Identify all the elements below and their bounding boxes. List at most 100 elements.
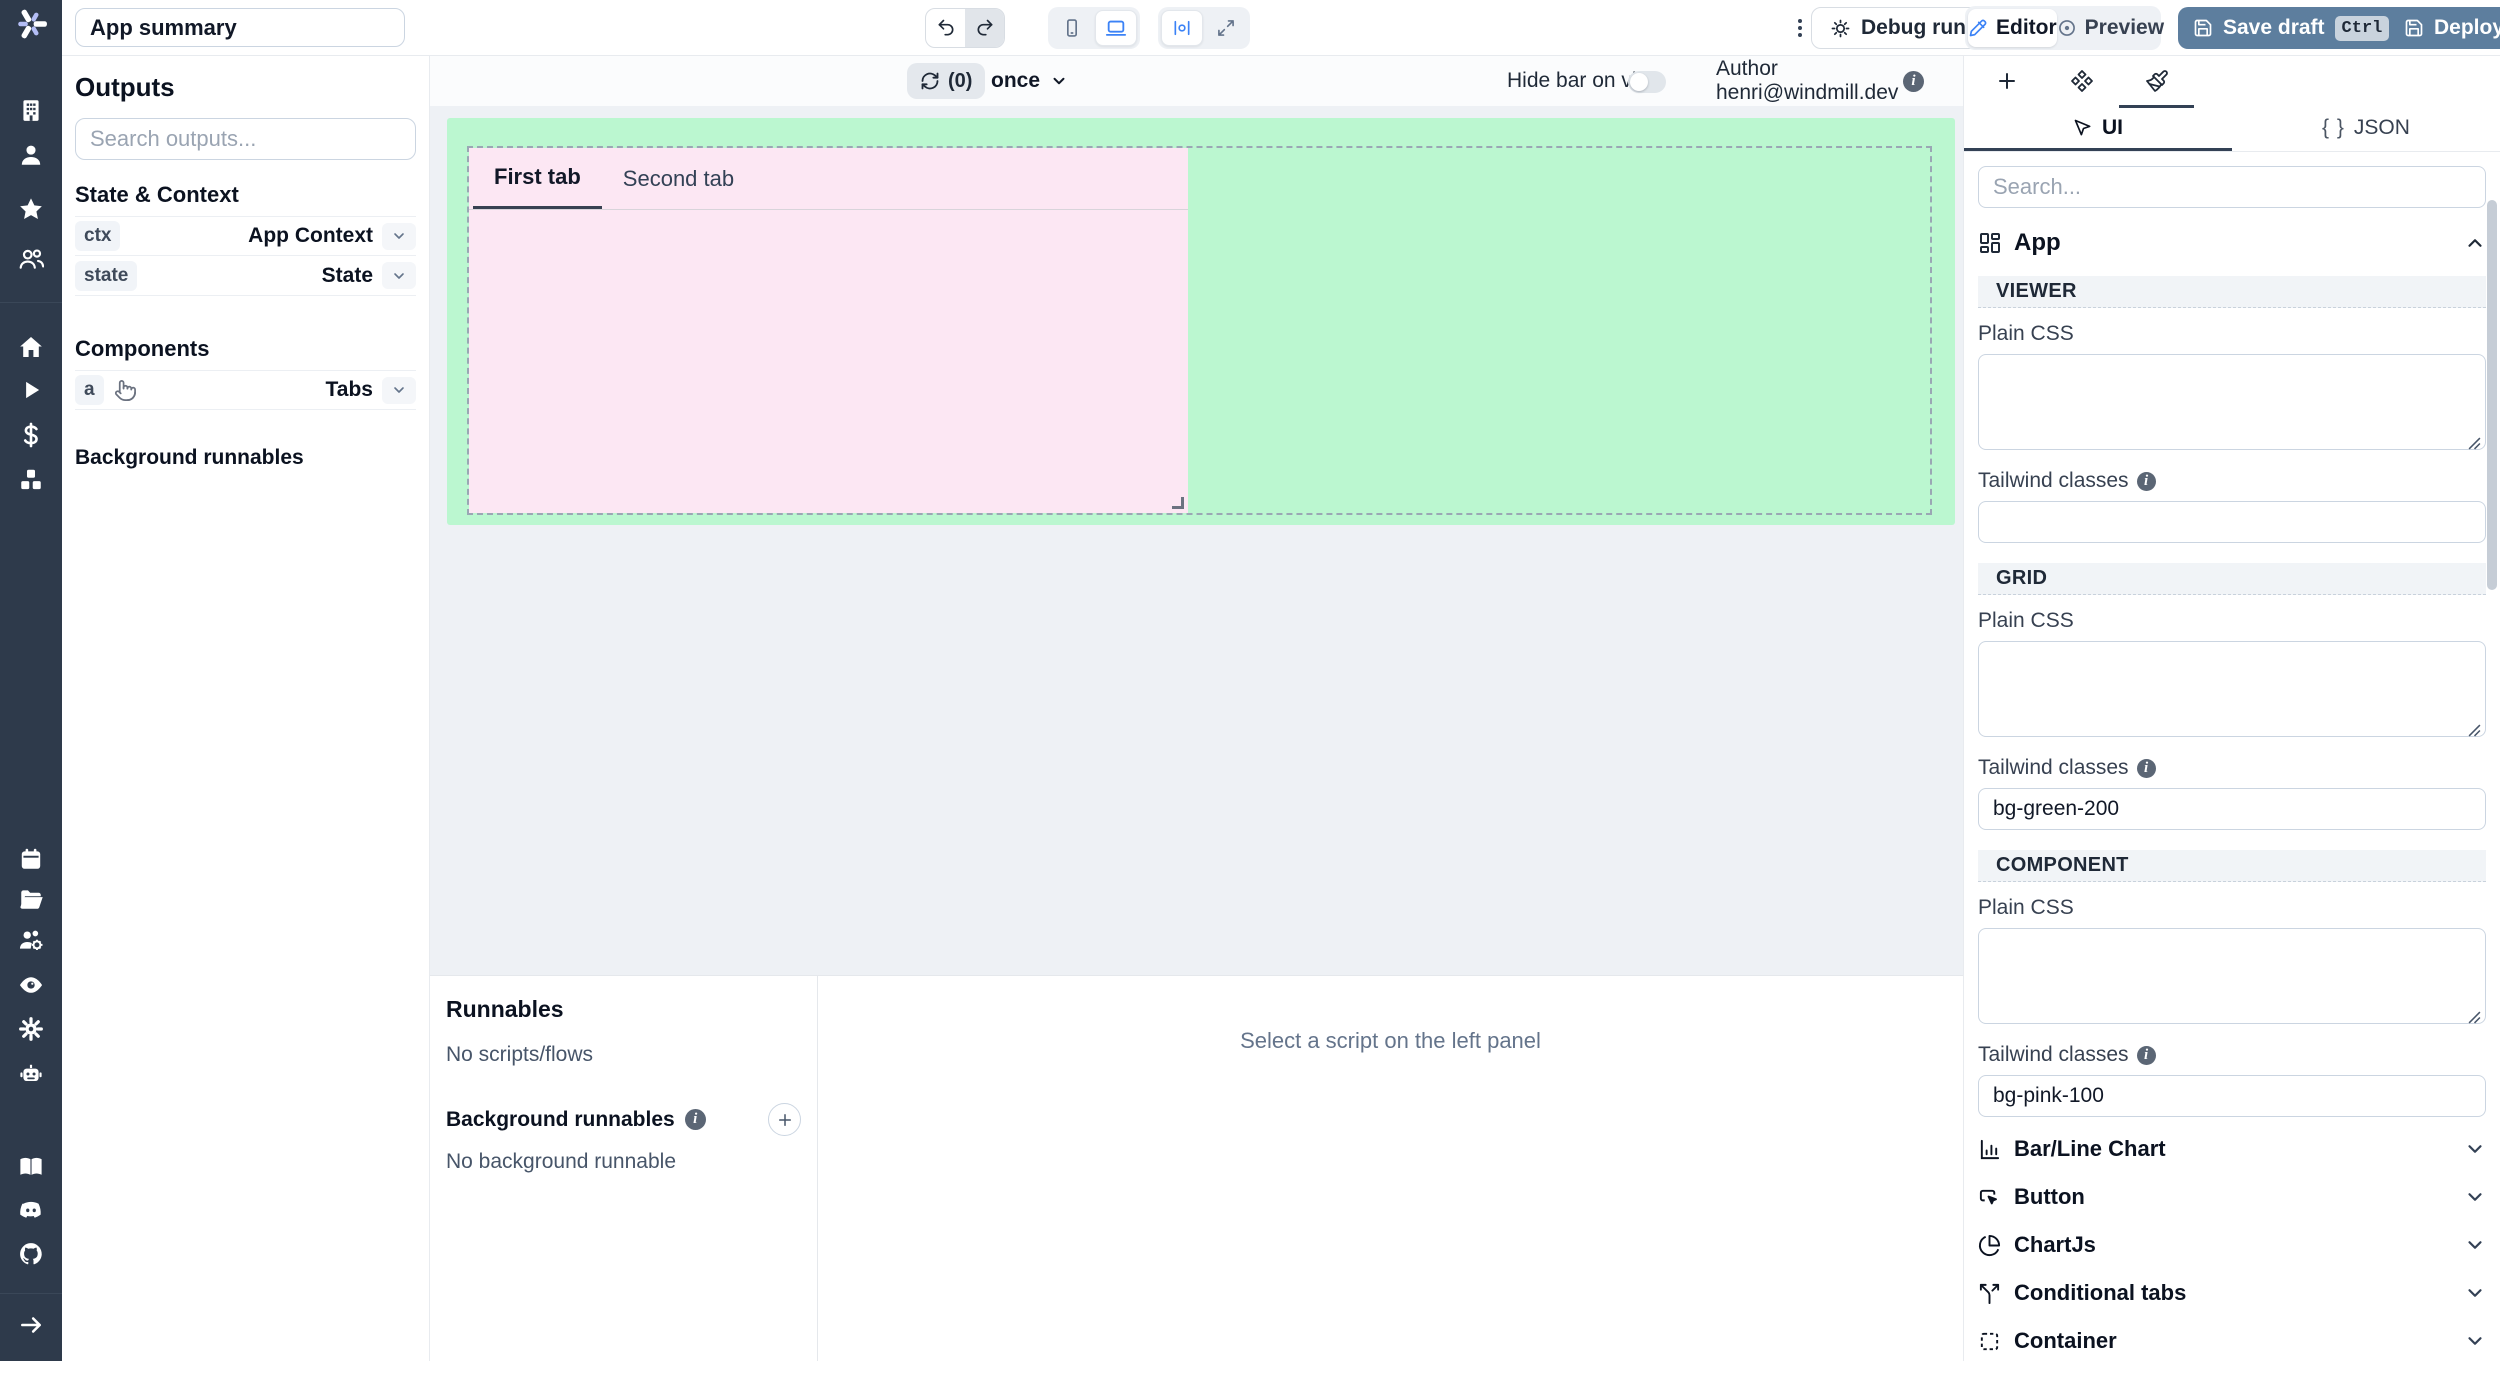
output-row-state[interactable]: state State <box>75 256 416 296</box>
bar-chart-icon <box>1978 1138 2001 1161</box>
chevron-down-icon <box>2464 1138 2486 1160</box>
output-key-badge: ctx <box>75 221 120 251</box>
app-accordion-header[interactable]: App <box>1978 228 2486 258</box>
grid-tailwind-input[interactable] <box>1978 788 2486 830</box>
tab-second[interactable]: Second tab <box>602 148 755 209</box>
audit-eye-icon[interactable] <box>16 970 46 1000</box>
json-tab[interactable]: { } JSON <box>2232 108 2500 151</box>
resize-corner-icon <box>2468 724 2481 737</box>
undo-redo-group <box>925 8 1005 48</box>
expand-icon <box>1216 18 1236 38</box>
refresh-mode-dropdown[interactable]: once <box>991 56 1068 106</box>
ui-tab[interactable]: UI <box>1964 108 2232 151</box>
home-icon[interactable] <box>16 332 46 362</box>
component-library-tab[interactable] <box>2044 56 2119 108</box>
output-key-badge: state <box>75 261 137 291</box>
desktop-view-button[interactable] <box>1095 10 1137 46</box>
save-icon <box>2193 18 2213 38</box>
fullscreen-button[interactable] <box>1205 10 1247 46</box>
collapse-arrow-right-icon[interactable] <box>16 1310 46 1340</box>
chevron-down-icon <box>391 268 407 284</box>
background-runnables-label: Background runnables <box>446 1108 675 1132</box>
undo-button[interactable] <box>926 9 965 47</box>
style-search-input[interactable] <box>1978 166 2486 208</box>
author-label: Author henri@windmill.dev <box>1716 56 1963 106</box>
star-icon[interactable] <box>16 194 46 224</box>
component-section-header: COMPONENT <box>1978 850 2486 882</box>
settings-gear-icon[interactable] <box>16 1014 46 1044</box>
workers-users-gear-icon[interactable] <box>16 925 46 955</box>
refresh-count: (0) <box>948 70 972 93</box>
viewer-plain-css-textarea[interactable] <box>1978 354 2486 450</box>
docs-book-icon[interactable] <box>16 1152 46 1182</box>
info-icon[interactable]: i <box>2137 1046 2156 1065</box>
mobile-view-button[interactable] <box>1051 10 1093 46</box>
style-row-conditional-tabs[interactable]: Conditional tabs <box>1978 1269 2486 1317</box>
component-row-a[interactable]: a Tabs <box>75 370 416 410</box>
expand-state-button[interactable] <box>382 262 416 289</box>
expand-component-a-button[interactable] <box>382 377 416 404</box>
style-row-barline-chart[interactable]: Bar/Line Chart <box>1978 1125 2486 1173</box>
tab-first[interactable]: First tab <box>473 148 602 209</box>
user-icon[interactable] <box>16 140 46 170</box>
component-tailwind-input[interactable] <box>1978 1075 2486 1117</box>
editor-tab[interactable]: Editor <box>1968 9 2057 47</box>
expand-ctx-button[interactable] <box>382 223 416 250</box>
component-plain-css-textarea[interactable] <box>1978 928 2486 1024</box>
undo-icon <box>936 18 956 38</box>
refresh-button[interactable]: (0) <box>907 63 985 99</box>
workspace-building-icon[interactable] <box>16 95 46 125</box>
center-align-button[interactable] <box>1161 10 1203 46</box>
no-background-label: No background runnable <box>446 1150 801 1174</box>
discord-icon[interactable] <box>16 1195 46 1225</box>
background-runnables-title: Background runnables <box>75 446 416 470</box>
runs-play-icon[interactable] <box>16 375 46 405</box>
settings-panel: UI { } JSON App VIEWER Plain CSS Tailwin… <box>1963 56 2500 1361</box>
resize-corner-icon <box>2468 1011 2481 1024</box>
resize-handle[interactable] <box>1172 497 1184 509</box>
grid-plain-css-textarea[interactable] <box>1978 641 2486 737</box>
add-background-runnable-button[interactable] <box>768 1103 801 1136</box>
grid-tailwind-label: Tailwind classesi <box>1978 756 2486 780</box>
ai-robot-icon[interactable] <box>16 1059 46 1089</box>
author-info-icon[interactable]: i <box>1903 71 1924 92</box>
style-row-container[interactable]: Container <box>1978 1317 2486 1365</box>
user-group-icon[interactable] <box>16 244 46 274</box>
schedules-calendar-icon[interactable] <box>16 844 46 874</box>
align-center-icon <box>1172 18 1192 38</box>
info-icon[interactable]: i <box>2137 472 2156 491</box>
output-row-ctx[interactable]: ctx App Context <box>75 216 416 256</box>
deploy-label: Deploy <box>2434 16 2500 40</box>
panel-scrollbar[interactable] <box>2487 200 2497 590</box>
app-summary-input[interactable] <box>75 8 405 47</box>
deploy-button[interactable]: Deploy <box>2389 7 2500 49</box>
info-icon[interactable]: i <box>2137 759 2156 778</box>
variables-dollar-icon[interactable] <box>16 420 46 450</box>
hide-bar-toggle[interactable] <box>1628 71 1666 93</box>
redo-button[interactable] <box>965 9 1004 47</box>
paintbrush-icon <box>2145 69 2169 93</box>
chevron-down-icon <box>2464 1282 2486 1304</box>
style-row-button[interactable]: Button <box>1978 1173 2486 1221</box>
component-diamonds-icon <box>2070 69 2094 93</box>
style-row-chartjs[interactable]: ChartJs <box>1978 1221 2486 1269</box>
background-info-icon[interactable]: i <box>685 1109 706 1130</box>
chevron-down-icon <box>1050 72 1068 90</box>
resources-cubes-icon[interactable] <box>16 465 46 495</box>
preview-tab[interactable]: Preview <box>2057 9 2164 47</box>
select-script-hint: Select a script on the left panel <box>818 976 1963 1361</box>
github-icon[interactable] <box>16 1239 46 1269</box>
styling-tab[interactable] <box>2119 56 2194 108</box>
windmill-logo-icon[interactable] <box>12 5 50 43</box>
viewer-tailwind-input[interactable] <box>1978 501 2486 543</box>
top-header: Debug runs Editor Preview Save draft Ctr… <box>62 0 2500 56</box>
add-component-tab[interactable] <box>1969 56 2044 108</box>
chevron-down-icon <box>391 382 407 398</box>
app-grid-surface[interactable]: First tab Second tab <box>447 118 1955 525</box>
editor-label: Editor <box>1996 16 2057 40</box>
tabs-component[interactable]: First tab Second tab <box>469 148 1188 513</box>
ui-tab-label: UI <box>2102 116 2123 140</box>
kbd-ctrl: Ctrl <box>2335 16 2390 41</box>
folders-icon[interactable] <box>16 884 46 914</box>
search-outputs-input[interactable] <box>75 118 416 160</box>
